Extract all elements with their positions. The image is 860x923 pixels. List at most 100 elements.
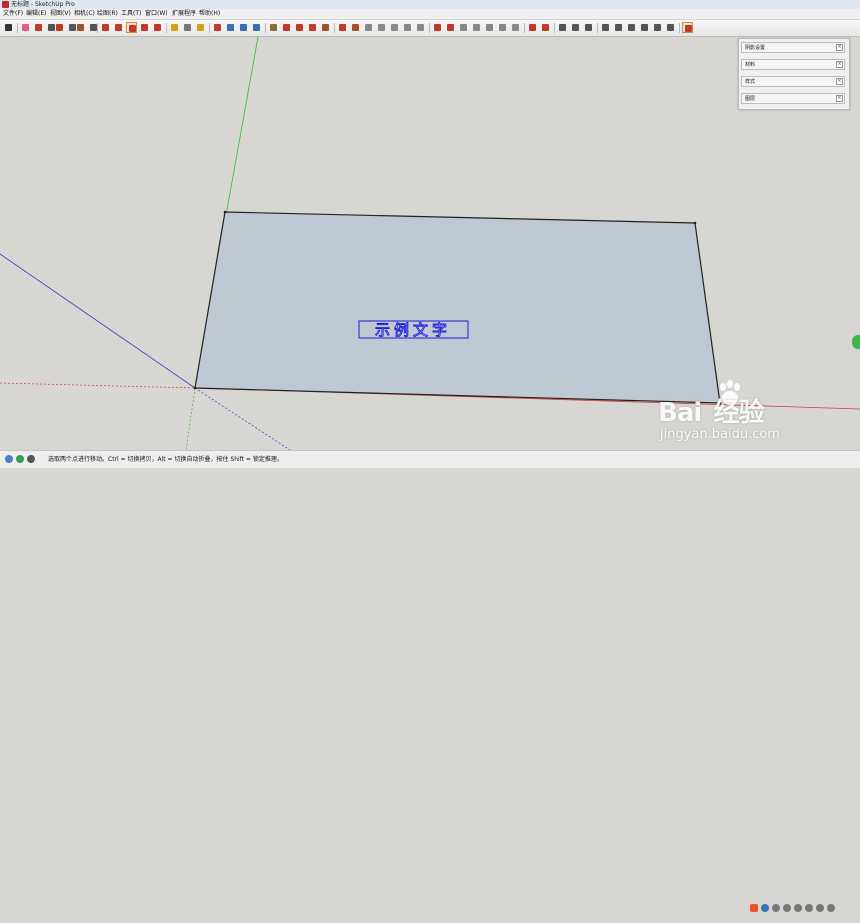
shadow-icon[interactable] — [570, 22, 581, 33]
tray-icon[interactable] — [783, 904, 791, 912]
toolbar-separator — [334, 23, 335, 33]
window-title: 无标题 - SketchUp Pro — [11, 1, 75, 8]
default-tray: 阴影设置 × 材料 × 样式 × 图层 × — [738, 38, 850, 110]
toolbar-separator — [265, 23, 266, 33]
hidden-line-icon[interactable] — [626, 22, 637, 33]
sketchup-app-icon — [2, 1, 9, 8]
flip-edge-icon[interactable] — [510, 22, 521, 33]
toolbar-separator — [554, 23, 555, 33]
dropdown-icon[interactable] — [46, 22, 55, 33]
tray-icon[interactable] — [827, 904, 835, 912]
pencil-icon[interactable] — [33, 22, 44, 33]
vertex — [193, 386, 197, 390]
union-icon[interactable] — [376, 22, 387, 33]
back-edges-icon[interactable] — [600, 22, 611, 33]
watermark-brand: Bai 经验 — [658, 398, 765, 428]
rectangle-icon[interactable] — [75, 22, 86, 33]
zoom-icon[interactable] — [238, 22, 249, 33]
menu-camera[interactable]: 相机(C) — [74, 9, 95, 19]
x-ray-icon[interactable] — [583, 22, 594, 33]
green-axis-dotted — [185, 387, 196, 450]
text-icon[interactable] — [182, 22, 193, 33]
menu-edit[interactable]: 编辑(E) — [26, 9, 46, 19]
extension-warehouse-icon[interactable] — [281, 22, 292, 33]
dropdown-icon[interactable] — [88, 22, 97, 33]
close-icon[interactable]: × — [836, 95, 843, 102]
panel-materials[interactable]: 材料 × — [741, 59, 845, 70]
tray-icon[interactable] — [761, 904, 769, 912]
add-detail-icon[interactable] — [497, 22, 508, 33]
intersect-icon[interactable] — [350, 22, 361, 33]
tray-icon[interactable] — [794, 904, 802, 912]
wireframe-icon[interactable] — [613, 22, 624, 33]
close-icon[interactable]: × — [836, 78, 843, 85]
subtract-icon[interactable] — [389, 22, 400, 33]
main-toolbar — [0, 20, 860, 37]
move-icon[interactable] — [126, 22, 137, 33]
toolbar-separator — [679, 23, 680, 33]
menu-file[interactable]: 文件(F) — [3, 9, 23, 19]
orbit-icon[interactable] — [212, 22, 223, 33]
sandbox-contours-icon[interactable] — [432, 22, 443, 33]
follow-me-icon[interactable] — [337, 22, 348, 33]
push-pull-icon[interactable] — [100, 22, 111, 33]
arc-icon[interactable] — [54, 22, 65, 33]
menu-draw[interactable]: 绘图(R) — [97, 9, 118, 19]
send-to-layout-icon[interactable] — [294, 22, 305, 33]
menu-extensions[interactable]: 扩展程序 — [172, 9, 196, 19]
outer-shell-icon[interactable] — [363, 22, 374, 33]
make-component-icon[interactable] — [540, 22, 551, 33]
select-arrow-icon[interactable] — [3, 22, 14, 33]
close-icon[interactable]: × — [836, 44, 843, 51]
panel-shadows[interactable]: 阴影设置 × — [741, 42, 845, 53]
offset-icon[interactable] — [113, 22, 124, 33]
red-axis-dotted — [0, 382, 196, 389]
drape-icon[interactable] — [484, 22, 495, 33]
components-icon[interactable] — [307, 22, 318, 33]
panel-label: 阴影设置 — [745, 45, 766, 51]
profile-icon[interactable] — [557, 22, 568, 33]
scale-icon[interactable] — [152, 22, 163, 33]
geo-location-icon[interactable] — [16, 455, 24, 463]
menu-view[interactable]: 视图(V) — [50, 9, 71, 19]
menu-tools[interactable]: 工具(T) — [121, 9, 141, 19]
shaded-textures-icon[interactable] — [652, 22, 663, 33]
pan-icon[interactable] — [225, 22, 236, 33]
split-icon[interactable] — [415, 22, 426, 33]
warehouse-icon[interactable] — [268, 22, 279, 33]
eraser-icon[interactable] — [20, 22, 31, 33]
menu-bar: 文件(F) 编辑(E) 视图(V) 相机(C) 绘图(R) 工具(T) 窗口(W… — [0, 9, 860, 20]
stamp-icon[interactable] — [471, 22, 482, 33]
tray-icon[interactable] — [805, 904, 813, 912]
menu-help[interactable]: 帮助(H) — [199, 9, 220, 19]
panel-layers[interactable]: 图层 × — [741, 93, 845, 104]
toolbar-separator — [429, 23, 430, 33]
info-icon[interactable] — [5, 455, 13, 463]
side-handle[interactable] — [852, 335, 860, 349]
monochrome-icon[interactable] — [665, 22, 676, 33]
sandbox-scratch-icon[interactable] — [445, 22, 456, 33]
rotate-icon[interactable] — [139, 22, 150, 33]
trim-icon[interactable] — [402, 22, 413, 33]
panel-label: 样式 — [745, 79, 756, 85]
shaded-icon[interactable] — [639, 22, 650, 33]
close-icon[interactable]: × — [836, 61, 843, 68]
credits-icon[interactable] — [27, 455, 35, 463]
tray-icon[interactable] — [816, 904, 824, 912]
panel-label: 图层 — [745, 96, 756, 102]
zoom-extents-icon[interactable] — [251, 22, 262, 33]
paint-bucket-icon[interactable] — [195, 22, 206, 33]
ime-icon[interactable] — [750, 904, 758, 912]
toolbar-separator — [597, 23, 598, 33]
solar-north-icon[interactable] — [527, 22, 538, 33]
panel-styles[interactable]: 样式 × — [741, 76, 845, 87]
section-icon[interactable] — [320, 22, 331, 33]
panel-label: 材料 — [745, 62, 756, 68]
tape-measure-icon[interactable] — [169, 22, 180, 33]
tray-icon[interactable] — [772, 904, 780, 912]
menu-window[interactable]: 窗口(W) — [145, 9, 168, 19]
ruby-console-icon[interactable] — [682, 22, 693, 33]
status-text: 选取两个点进行移动。Ctrl = 切换拷贝，Alt = 切换自动折叠，按住 Sh… — [48, 456, 283, 463]
dropdown-icon[interactable] — [67, 22, 76, 33]
smoove-icon[interactable] — [458, 22, 469, 33]
